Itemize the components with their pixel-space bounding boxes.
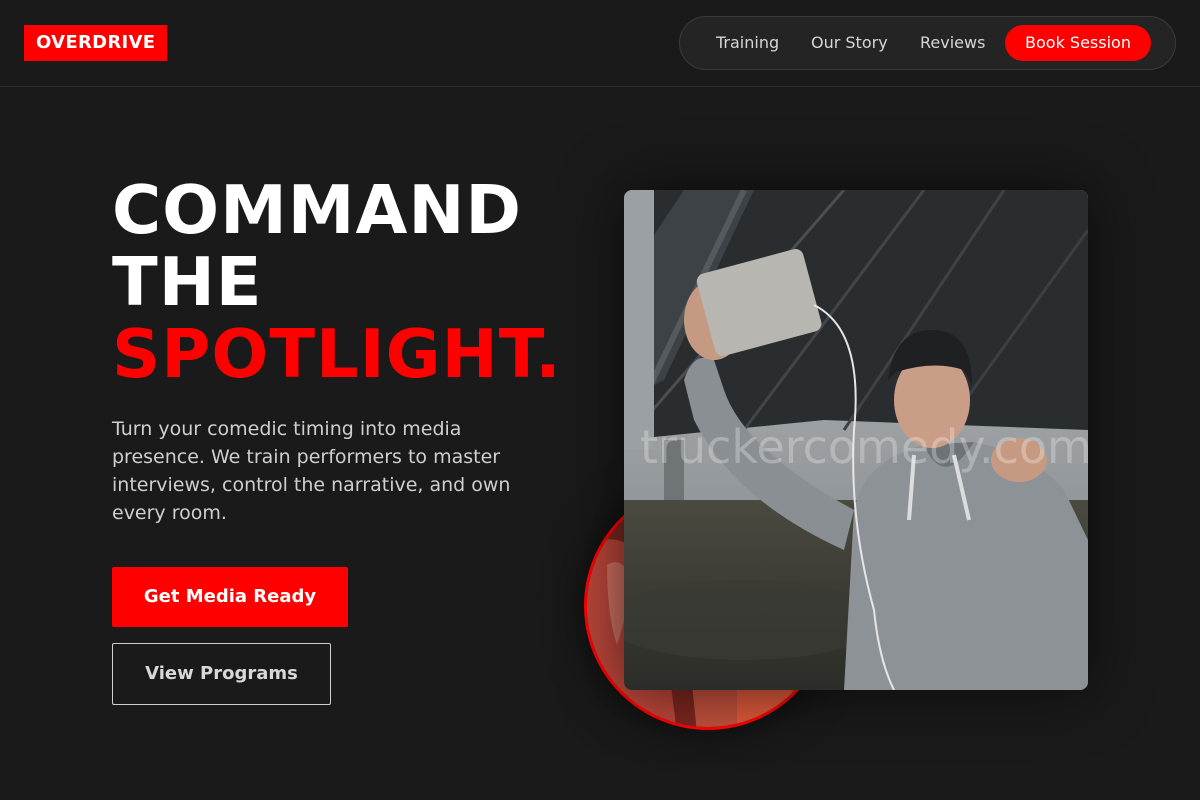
view-programs-button[interactable]: View Programs	[112, 643, 331, 705]
book-session-button[interactable]: Book Session	[1005, 25, 1151, 61]
nav-link-training[interactable]: Training	[716, 17, 779, 69]
hero-title: COMMAND THE SPOTLIGHT.	[112, 174, 562, 390]
logo[interactable]: OVERDRIVE	[24, 25, 168, 61]
main-nav: Training Our Story Reviews Book Session	[679, 16, 1176, 70]
nav-link-our-story[interactable]: Our Story	[811, 17, 888, 69]
hero-title-line-1: COMMAND	[112, 171, 523, 249]
hero-title-line-2: THE	[112, 243, 263, 321]
nav-link-reviews[interactable]: Reviews	[920, 17, 985, 69]
performer-photo	[624, 190, 1088, 690]
hero-description: Turn your comedic timing into media pres…	[112, 418, 511, 524]
site-header: OVERDRIVE Training Our Story Reviews Boo…	[0, 0, 1200, 87]
get-media-ready-button[interactable]: Get Media Ready	[112, 567, 348, 627]
hero-title-accent: SPOTLIGHT.	[112, 315, 562, 393]
